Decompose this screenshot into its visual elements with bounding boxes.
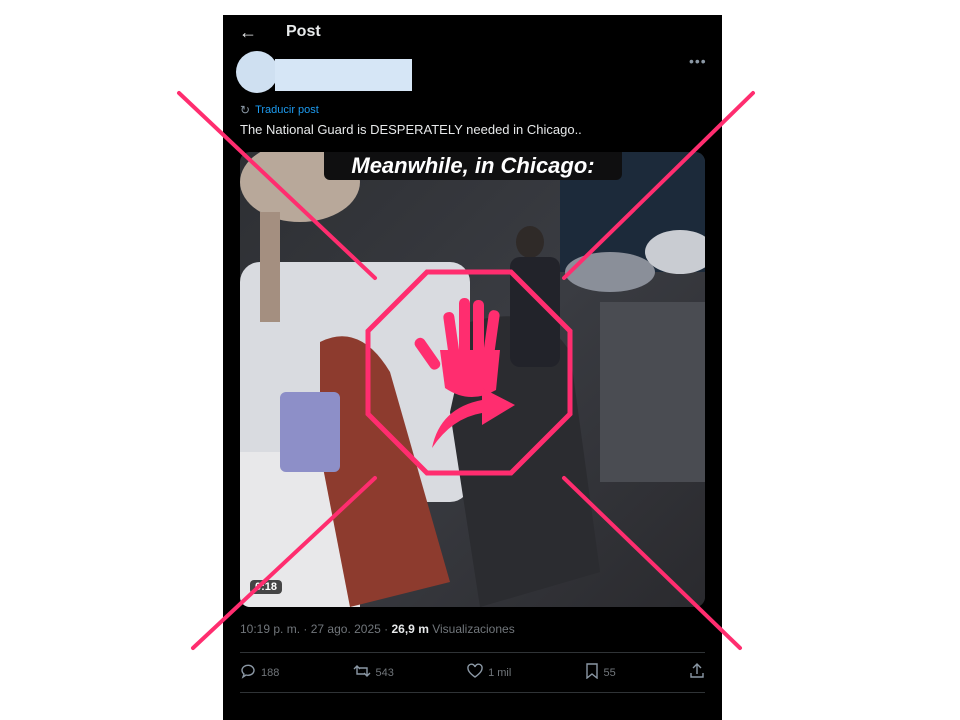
divider [240,692,705,693]
translate-icon: ↻ [240,103,251,117]
video-frame [240,152,705,607]
share-icon [689,663,705,683]
video-caption: Meanwhile, in Chicago: [324,152,622,180]
more-icon[interactable]: ••• [689,53,707,69]
avatar[interactable] [236,51,278,93]
share-button[interactable] [689,663,705,683]
bookmark-button[interactable]: 55 [585,663,616,683]
heart-icon [467,663,483,683]
arrow-left-icon[interactable]: ← [239,21,261,43]
like-count: 1 mil [488,667,512,679]
reply-icon [240,663,256,683]
post-text: The National Guard is DESPERATELY needed… [240,122,582,137]
meta-separator: · [384,622,389,636]
author-name-redacted [275,59,412,91]
translate-post-link[interactable]: ↻ Traducir post [240,103,319,117]
post-time[interactable]: 10:19 p. m. [240,622,300,636]
views-count: 26,9 m [391,622,429,636]
post-date[interactable]: 27 ago. 2025 [311,622,381,636]
post-meta: 10:19 p. m. · 27 ago. 2025 · 26,9 m Visu… [240,622,515,636]
top-bar: ← Post [223,15,722,50]
views-label: Visualizaciones [432,622,515,636]
reply-button[interactable]: 188 [240,663,279,683]
bookmark-count: 55 [603,667,616,679]
repost-count: 543 [375,667,394,679]
meta-separator: · [303,622,308,636]
action-bar: 188 543 1 mil 55 [240,663,705,683]
page-title: Post [286,23,321,40]
like-button[interactable]: 1 mil [467,663,511,683]
repost-button[interactable]: 543 [353,663,394,683]
video-duration: 0:18 [250,580,283,594]
repost-icon [353,663,371,683]
translate-label: Traducir post [255,104,319,116]
divider [240,652,705,653]
bookmark-icon [585,663,599,683]
video-player[interactable]: Meanwhile, in Chicago: 0:18 [240,152,705,607]
reply-count: 188 [261,667,280,679]
post-panel: ← Post ••• ↻ Traducir post The National … [223,15,722,720]
